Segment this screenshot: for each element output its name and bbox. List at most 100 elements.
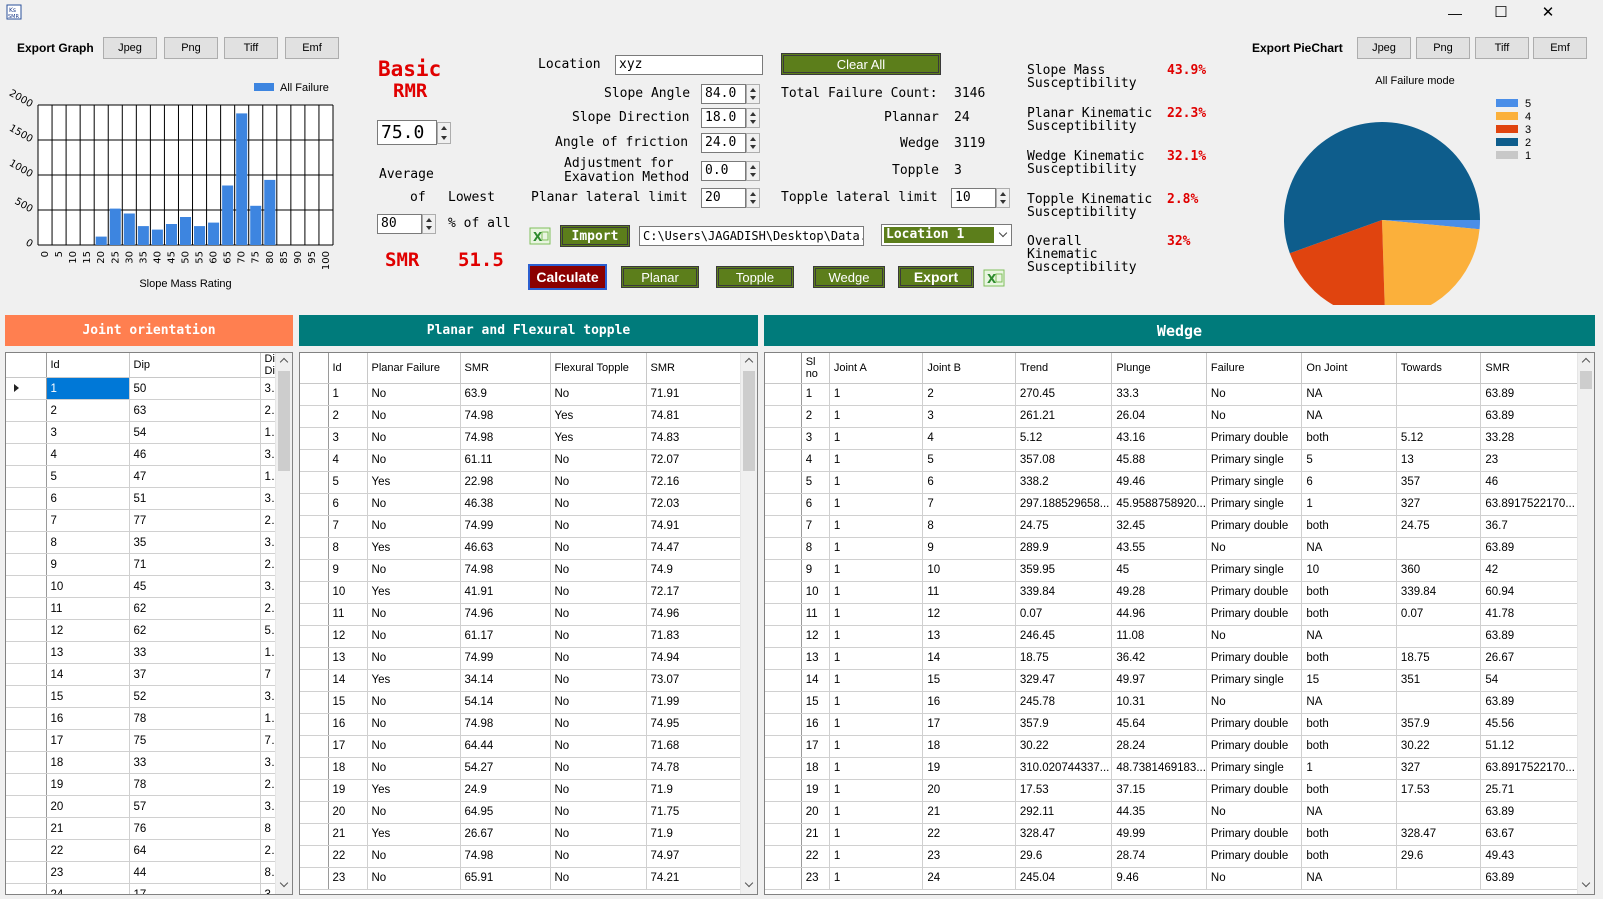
table-row[interactable]: 10 1 11 339.84 49.28 Primary double both 339.84… bbox=[765, 581, 1578, 604]
table-cell[interactable]: both bbox=[1301, 735, 1397, 758]
table-row[interactable]: 7 No 74.99 No 74.91 bbox=[300, 515, 742, 538]
table-cell[interactable] bbox=[1396, 801, 1482, 824]
row-header[interactable] bbox=[765, 559, 802, 582]
table-cell[interactable]: both bbox=[1301, 603, 1397, 626]
table-cell[interactable]: 327 bbox=[1396, 757, 1482, 780]
table-cell[interactable]: 174 bbox=[260, 641, 276, 664]
row-header[interactable] bbox=[6, 773, 47, 796]
table-cell[interactable]: 74.98 bbox=[460, 405, 551, 428]
table-cell[interactable]: Primary double bbox=[1206, 427, 1303, 450]
table-cell[interactable]: 42 bbox=[1480, 559, 1578, 582]
table-row[interactable]: 23 No 65.91 No 74.21 bbox=[300, 867, 742, 890]
column-header[interactable]: On Joint bbox=[1301, 353, 1397, 384]
table-cell[interactable]: 72.17 bbox=[646, 581, 742, 604]
table-cell[interactable]: No bbox=[1206, 625, 1303, 648]
table-cell[interactable]: 1 bbox=[829, 713, 924, 736]
row-header[interactable] bbox=[6, 685, 47, 708]
table-cell[interactable]: 63.89 bbox=[1480, 537, 1578, 560]
table-cell[interactable]: 1 bbox=[829, 427, 924, 450]
table-cell[interactable]: 28.74 bbox=[1111, 845, 1207, 868]
table-cell[interactable]: No bbox=[550, 581, 647, 604]
row-header[interactable] bbox=[6, 465, 47, 488]
topple-lateral-limit-spinner[interactable] bbox=[996, 188, 1010, 208]
table-cell[interactable]: 46 bbox=[129, 443, 261, 466]
table-cell[interactable]: Primary double bbox=[1206, 713, 1303, 736]
table-cell[interactable]: 33.28 bbox=[1480, 427, 1578, 450]
export-pie-jpeg-button[interactable]: Jpeg bbox=[1357, 37, 1411, 59]
table-cell[interactable]: No bbox=[367, 713, 461, 736]
table-cell[interactable]: 29.6 bbox=[1015, 845, 1113, 868]
table-cell[interactable]: 11 bbox=[801, 603, 830, 626]
table-cell[interactable]: 43.16 bbox=[1111, 427, 1207, 450]
row-header[interactable] bbox=[765, 779, 802, 802]
table-cell[interactable]: 1 bbox=[46, 377, 130, 400]
table-cell[interactable]: 46.38 bbox=[460, 493, 551, 516]
table-cell[interactable]: Yes bbox=[550, 427, 647, 450]
table-cell[interactable]: 221 bbox=[260, 509, 276, 532]
table-cell[interactable]: 1 bbox=[829, 493, 924, 516]
table-cell[interactable]: 49.46 bbox=[1111, 471, 1207, 494]
table-cell[interactable]: 1 bbox=[1301, 757, 1397, 780]
table-cell[interactable]: 43.55 bbox=[1111, 537, 1207, 560]
table-cell[interactable]: 360 bbox=[1396, 559, 1482, 582]
wedge-button[interactable]: Wedge bbox=[813, 266, 885, 288]
table-cell[interactable]: 1 bbox=[829, 625, 924, 648]
table-cell[interactable]: 16 bbox=[328, 713, 368, 736]
topple-lateral-limit-input[interactable]: 10 bbox=[951, 188, 996, 208]
table-cell[interactable]: 74.96 bbox=[646, 603, 742, 626]
location-select[interactable]: Location 1 bbox=[881, 224, 1012, 246]
row-header[interactable] bbox=[765, 867, 802, 890]
row-header[interactable] bbox=[300, 603, 329, 626]
table-cell[interactable]: 72.03 bbox=[646, 493, 742, 516]
table-cell[interactable]: 74.98 bbox=[460, 845, 551, 868]
table-cell[interactable]: 30.22 bbox=[1396, 735, 1482, 758]
table-cell[interactable]: 5 bbox=[328, 471, 368, 494]
table-cell[interactable]: 15 bbox=[801, 691, 830, 714]
table-cell[interactable]: 74.98 bbox=[460, 713, 551, 736]
table-cell[interactable]: No bbox=[550, 867, 647, 890]
row-header[interactable] bbox=[765, 647, 802, 670]
table-cell[interactable]: 6 bbox=[922, 471, 1016, 494]
table-row[interactable]: 14 1 15 329.47 49.97 Primary single 15 351 54 bbox=[765, 669, 1578, 692]
table-cell[interactable]: 5 bbox=[46, 465, 130, 488]
table-cell[interactable]: 49.43 bbox=[1480, 845, 1578, 868]
table-cell[interactable]: 49.97 bbox=[1111, 669, 1207, 692]
adjustment-spinner[interactable] bbox=[746, 161, 760, 181]
row-header[interactable] bbox=[300, 647, 329, 670]
table-cell[interactable]: 34.14 bbox=[460, 669, 551, 692]
table-row[interactable]: 3 1 4 5.12 43.16 Primary double both 5.12 33.28 bbox=[765, 427, 1578, 450]
table-cell[interactable]: 48.7381469183... bbox=[1111, 757, 1207, 780]
table-cell[interactable]: both bbox=[1301, 713, 1397, 736]
table-row[interactable]: 2264274 bbox=[6, 839, 276, 862]
table-cell[interactable]: 12 bbox=[328, 625, 368, 648]
table-cell[interactable]: 17.53 bbox=[1015, 779, 1113, 802]
table-cell[interactable]: 3 bbox=[801, 427, 830, 450]
basic-rmr-spinner[interactable] bbox=[437, 122, 451, 144]
table-cell[interactable]: 61.17 bbox=[460, 625, 551, 648]
table-row[interactable]: 22 No 74.98 No 74.97 bbox=[300, 845, 742, 868]
row-header[interactable] bbox=[300, 669, 329, 692]
table-cell[interactable]: 22 bbox=[922, 823, 1016, 846]
table-cell[interactable]: 74.97 bbox=[646, 845, 742, 868]
table-cell[interactable]: 19 bbox=[922, 757, 1016, 780]
calculate-button[interactable]: Calculate bbox=[528, 264, 607, 290]
table-cell[interactable]: No bbox=[550, 449, 647, 472]
row-header[interactable] bbox=[765, 735, 802, 758]
table-cell[interactable]: 74.47 bbox=[646, 537, 742, 560]
table-cell[interactable]: 23 bbox=[1480, 449, 1578, 472]
table-cell[interactable]: 18.75 bbox=[1396, 647, 1482, 670]
table-cell[interactable]: 9 bbox=[46, 553, 130, 576]
row-header[interactable] bbox=[300, 867, 329, 890]
table-cell[interactable]: 1 bbox=[829, 691, 924, 714]
table-cell[interactable]: 19 bbox=[328, 779, 368, 802]
table-cell[interactable]: 1 bbox=[829, 735, 924, 758]
table-cell[interactable]: 2 bbox=[801, 405, 830, 428]
table-cell[interactable]: 360 bbox=[260, 575, 276, 598]
table-cell[interactable]: NA bbox=[1301, 383, 1397, 406]
table-cell[interactable]: 49.28 bbox=[1111, 581, 1207, 604]
table-cell[interactable]: 54 bbox=[1480, 669, 1578, 692]
scroll-up-icon[interactable] bbox=[1578, 353, 1594, 370]
table-cell[interactable]: 75 bbox=[129, 729, 261, 752]
table-cell[interactable]: 63.9 bbox=[460, 383, 551, 406]
table-cell[interactable]: 8 bbox=[328, 537, 368, 560]
